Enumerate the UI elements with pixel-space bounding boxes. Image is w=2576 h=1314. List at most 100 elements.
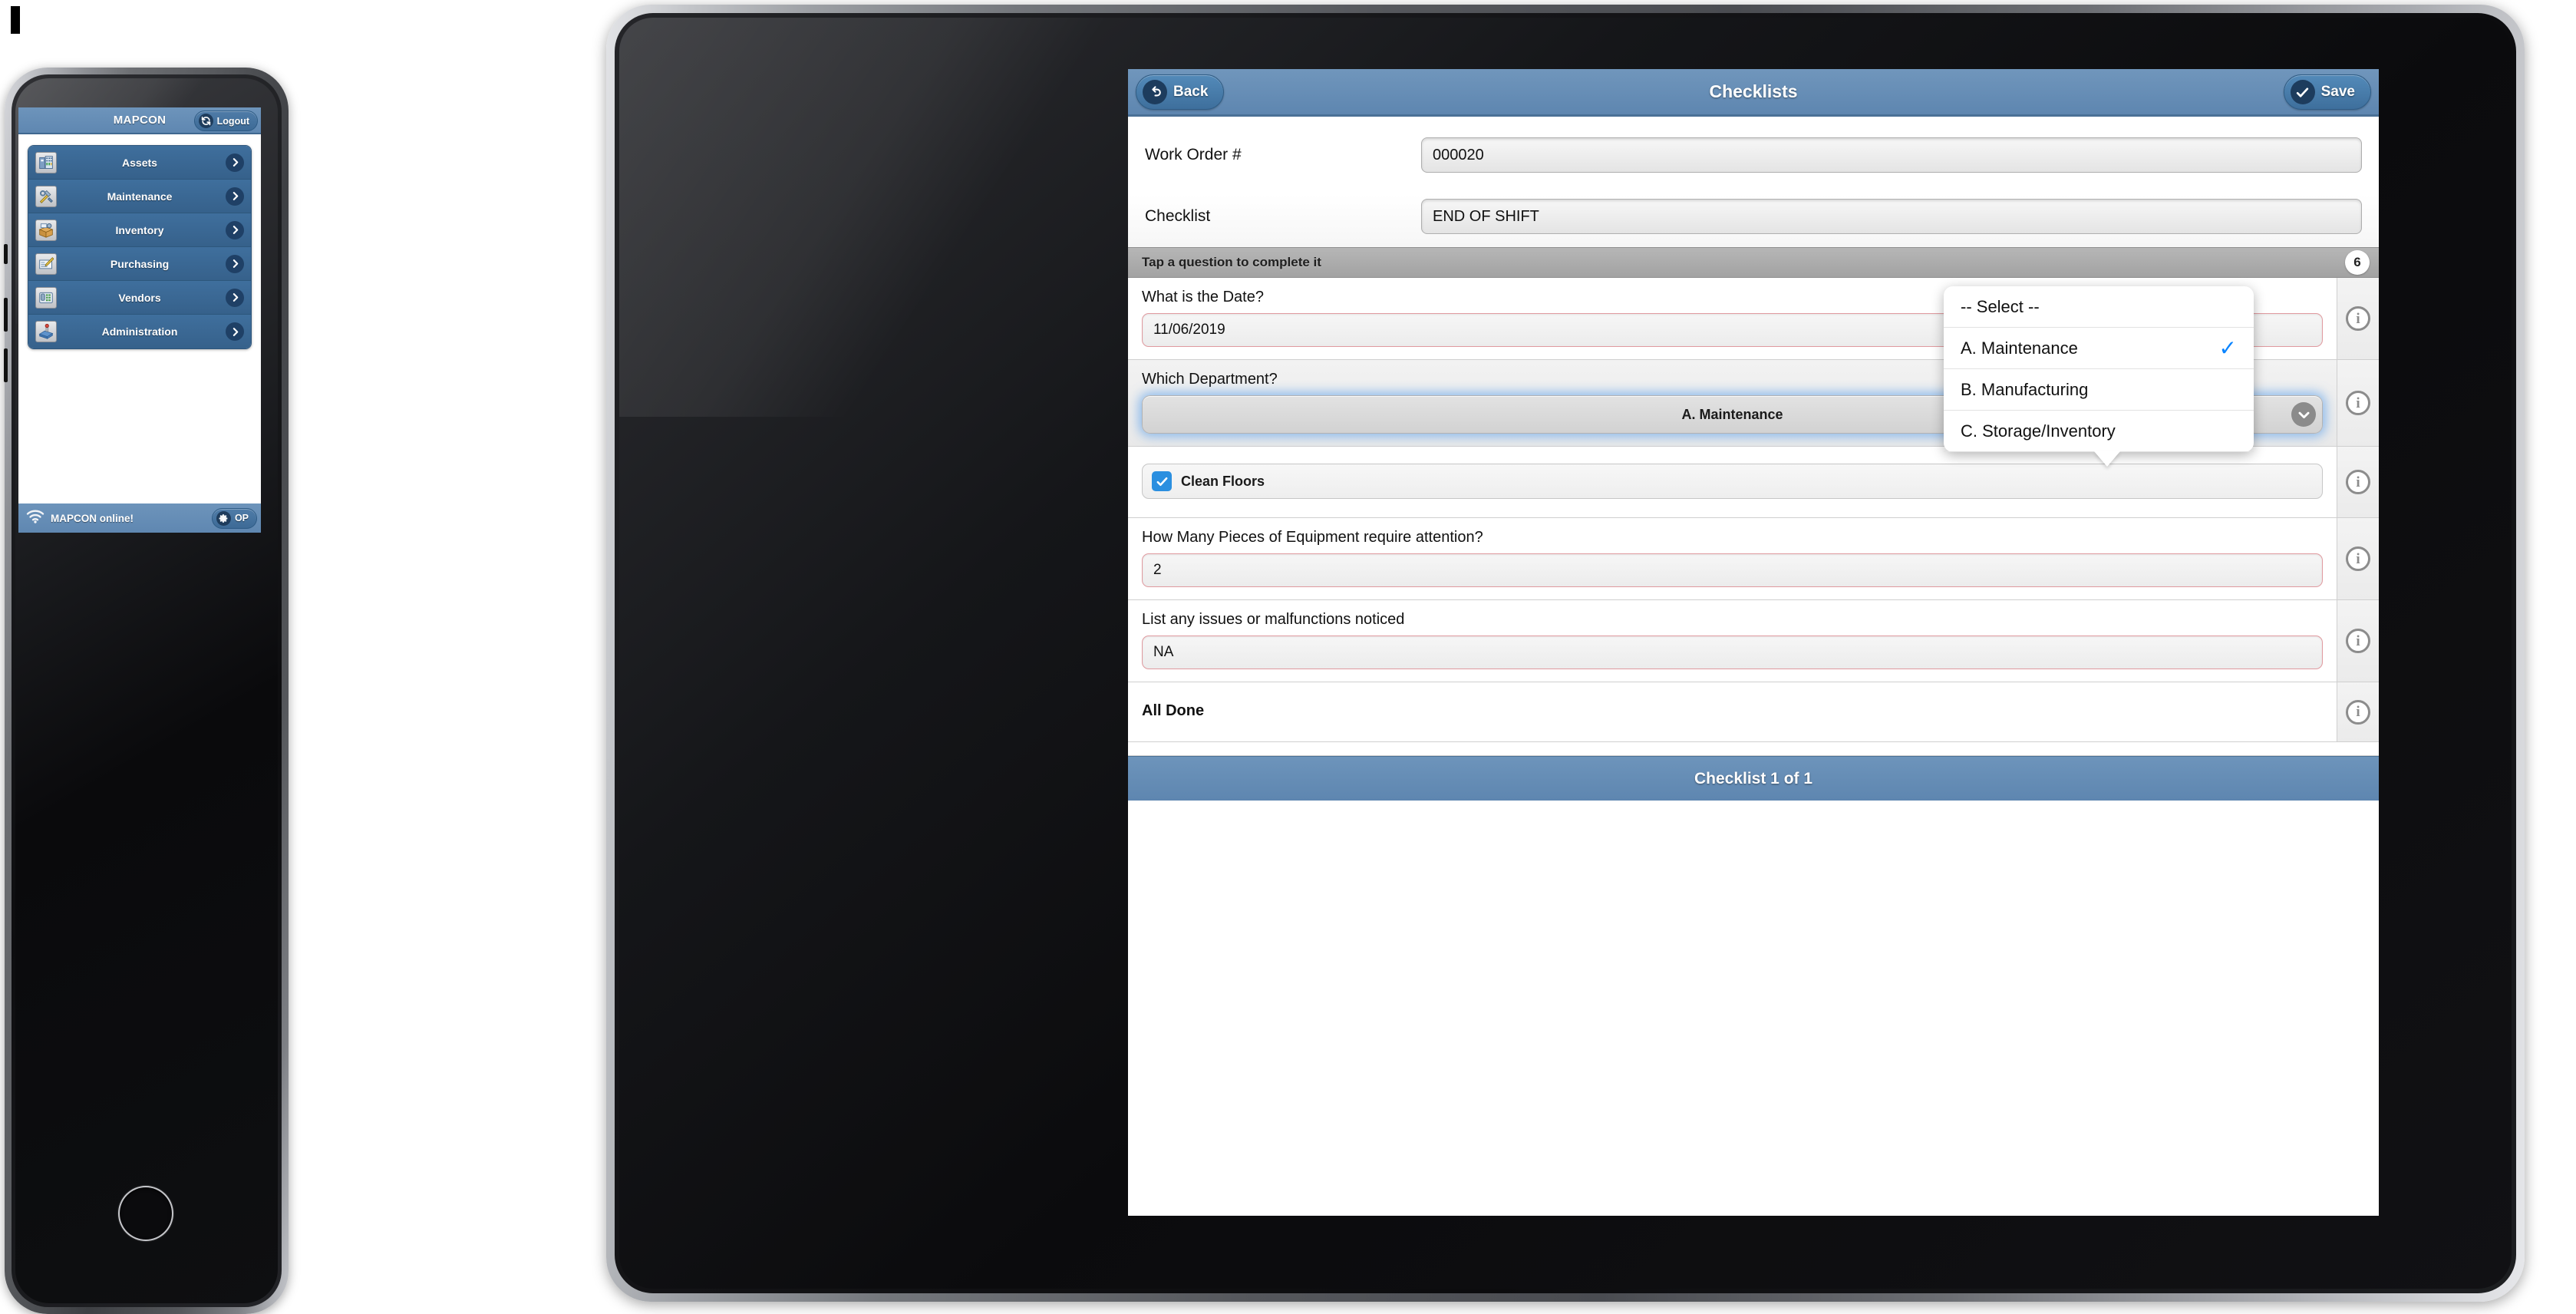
info-icon[interactable]: i [2346,699,2370,725]
clean-floors-checkbox-row[interactable]: Clean Floors [1142,464,2323,499]
info-icon[interactable]: i [2346,629,2370,653]
info-icon[interactable]: i [2346,546,2370,571]
checklist-label: Checklist [1145,207,1211,225]
question-info-cell[interactable]: i [2337,600,2379,682]
popover-tail [2094,451,2120,467]
menu-item-vendors[interactable]: Vendors [28,281,251,315]
question-info-cell[interactable]: i [2337,682,2379,741]
question-issues[interactable]: List any issues or malfunctions noticed … [1128,600,2337,682]
menu-item-assets[interactable]: Assets [28,146,251,180]
back-button-label: Back [1173,84,1209,100]
phone-mute-switch [4,244,8,264]
question-info-cell[interactable]: i [2337,518,2379,599]
dropdown-option-select[interactable]: -- Select -- [1944,286,2254,328]
wifi-icon [26,510,45,527]
connection-status-text: MAPCON online! [51,512,134,524]
question-info-cell[interactable]: i [2337,360,2379,446]
checklist-input[interactable]: END OF SHIFT [1421,199,2362,234]
phone-home-button[interactable] [118,1186,173,1241]
question-row: All Done i [1128,682,2379,742]
menu-item-assets-label: Assets [122,156,157,169]
telephone-icon [35,286,57,309]
list-spacer [1128,742,2379,756]
menu-item-purchasing[interactable]: Purchasing [28,247,251,281]
chevron-right-icon [226,254,244,273]
invoice-pen-icon [35,253,57,275]
checkmark-icon [2290,80,2315,104]
dropdown-option-maintenance[interactable]: A. Maintenance ✓ [1944,328,2254,369]
work-order-input[interactable]: 000020 [1421,137,2362,173]
logout-button[interactable]: Logout [193,111,258,131]
checklist-pager-footer: Checklist 1 of 1 [1128,756,2379,801]
phone-volume-down-button [4,348,8,382]
menu-item-maintenance-label: Maintenance [107,190,173,203]
back-arrow-icon [1143,80,1167,104]
logout-button-label: Logout [216,115,249,127]
image-artifact-bar [11,6,20,34]
screenshot-stage: MAPCON Logout Assets Maintenance Invento… [0,0,2576,1314]
question-equipment-count-text: How Many Pieces of Equipment require att… [1142,529,1483,546]
department-dropdown-popover[interactable]: -- Select -- A. Maintenance ✓ B. Manufac… [1944,286,2254,467]
question-clean-floors[interactable]: Clean Floors [1128,447,2337,517]
question-row: List any issues or malfunctions noticed … [1128,600,2379,682]
page-title: Checklists [1709,81,1798,101]
phone-volume-up-button [4,298,8,332]
save-button-label: Save [2320,84,2355,100]
dropdown-option-maintenance-label: A. Maintenance [1961,338,2078,358]
phone-app-title: MAPCON [113,114,167,127]
check-icon[interactable] [1152,471,1172,491]
dropdown-option-storage[interactable]: C. Storage/Inventory [1944,411,2254,452]
selected-check-icon: ✓ [2218,335,2237,360]
menu-item-inventory[interactable]: Inventory [28,213,251,247]
work-order-row: Work Order # 000020 [1128,124,2379,186]
back-button[interactable]: Back [1136,74,1225,110]
question-info-cell[interactable]: i [2337,278,2379,359]
tablet-device: Back Checklists Save Work Order # 000020 [606,5,2576,1314]
chevron-right-icon [226,187,244,206]
work-order-label: Work Order # [1145,146,1242,163]
issues-input[interactable]: NA [1142,636,2323,669]
header-fields: Work Order # 000020 Checklist END OF SHI… [1128,117,2379,247]
clean-floors-label: Clean Floors [1181,473,1265,489]
checklist-row: Checklist END OF SHIFT [1128,186,2379,247]
chevron-right-icon [226,322,244,341]
tools-icon [35,185,57,207]
save-button[interactable]: Save [2283,74,2371,110]
question-info-cell[interactable]: i [2337,447,2379,517]
gear-icon [216,510,231,526]
dropdown-option-storage-label: C. Storage/Inventory [1961,421,2116,441]
chevron-down-icon[interactable] [2291,402,2316,427]
chevron-right-icon [226,220,244,239]
phone-device: MAPCON Logout Assets Maintenance Invento… [4,68,289,1314]
question-all-done[interactable]: All Done [1128,682,2337,741]
info-icon[interactable]: i [2346,470,2370,494]
box-gear-icon [35,219,57,241]
question-all-done-text: All Done [1142,702,1205,719]
menu-item-maintenance[interactable]: Maintenance [28,180,251,213]
phone-main-menu: Assets Maintenance Inventory Purchasing … [28,145,252,349]
menu-item-inventory-label: Inventory [115,223,164,236]
question-row: How Many Pieces of Equipment require att… [1128,518,2379,600]
menu-item-administration[interactable]: Administration [28,315,251,348]
question-count-badge: 6 [2345,250,2370,275]
info-icon[interactable]: i [2346,391,2370,415]
question-row: Clean Floors i [1128,447,2379,518]
phone-status-bar: MAPCON online! OP [18,503,261,533]
section-header-title: Tap a question to complete it [1142,255,1321,269]
question-issues-text: List any issues or malfunctions noticed [1142,611,1405,628]
tablet-app-screen: Back Checklists Save Work Order # 000020 [1128,69,2379,1216]
dropdown-option-manufacturing-label: B. Manufacturing [1961,379,2089,399]
dropdown-option-manufacturing[interactable]: B. Manufacturing [1944,369,2254,411]
equipment-count-input[interactable]: 2 [1142,553,2323,587]
info-icon[interactable]: i [2346,306,2370,331]
questions-section-header: Tap a question to complete it 6 [1128,247,2379,278]
building-icon [35,151,57,173]
menu-item-purchasing-label: Purchasing [110,257,170,270]
menu-item-vendors-label: Vendors [118,291,161,304]
op-settings-button[interactable]: OP [211,507,257,529]
refresh-icon [198,114,213,128]
question-equipment-count[interactable]: How Many Pieces of Equipment require att… [1128,518,2337,599]
tablet-navbar: Back Checklists Save [1128,69,2379,117]
phone-app-screen: MAPCON Logout Assets Maintenance Invento… [18,107,261,533]
stamp-icon [35,321,57,342]
